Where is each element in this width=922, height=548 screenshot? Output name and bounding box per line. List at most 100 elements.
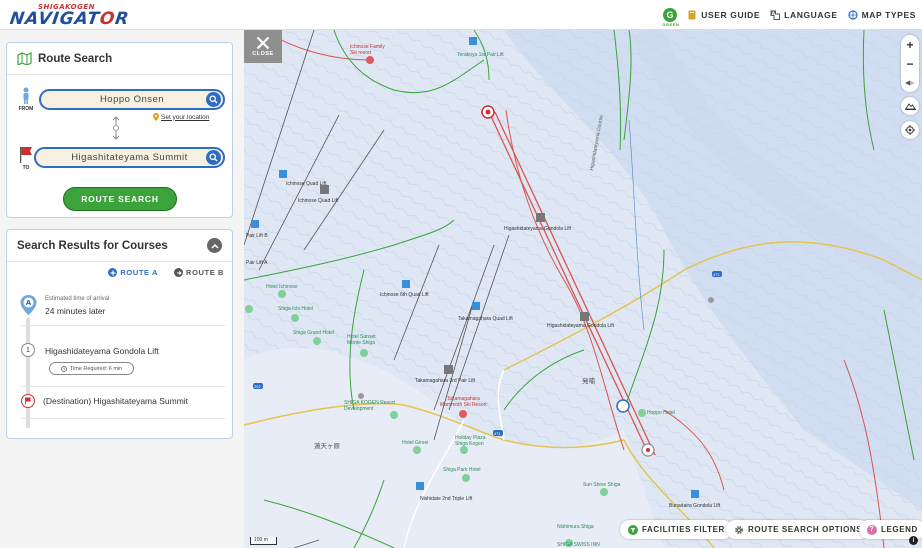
facilities-filter-label: FACILITIES FILTER: [642, 525, 725, 534]
map-types-label: MAP TYPES: [861, 10, 916, 20]
zoom-out-button[interactable]: −: [901, 54, 919, 73]
time-required-badge: Time Required: 6 min: [49, 362, 134, 375]
from-label: FROM: [18, 106, 34, 112]
close-icon: [256, 36, 270, 50]
map-icon: [17, 52, 32, 65]
side-panel: Route Search FROM Hoppo Onsen Set your l…: [0, 30, 244, 548]
map-label: Hotel Ginrei: [402, 440, 429, 446]
user-guide-label: USER GUIDE: [701, 10, 761, 20]
map-label: Nishimura Shiga: [557, 524, 594, 530]
timeline-line: [26, 318, 30, 428]
zoom-in-button[interactable]: +: [901, 35, 919, 54]
flag-icon: [20, 147, 32, 163]
to-value: Higashitateyama Summit: [71, 152, 188, 163]
green-badge-icon: G GREEN: [662, 8, 680, 27]
from-indicator: FROM: [15, 87, 37, 112]
from-input[interactable]: Hoppo Onsen: [39, 89, 225, 110]
tab-route-b-label: ROUTE B: [186, 268, 224, 277]
collapse-button[interactable]: [207, 238, 222, 253]
search-icon: [209, 153, 218, 162]
set-location-label: Set your location: [161, 113, 210, 121]
plus-circle-icon: [108, 268, 118, 277]
map-label: Pair Lift A: [246, 260, 268, 266]
language-link[interactable]: A LANGUAGE: [770, 10, 837, 20]
person-icon: [23, 87, 29, 104]
map-label: 蓮天ヶ原: [314, 443, 340, 450]
green-mode-toggle[interactable]: G GREEN: [662, 8, 680, 27]
book-icon: [688, 10, 696, 20]
language-label: LANGUAGE: [784, 10, 838, 20]
divider: [21, 325, 225, 326]
filter-icon: [628, 524, 638, 535]
destination-name[interactable]: (Destination) Higashitateyama Summit: [43, 396, 188, 406]
road-number: 471: [494, 431, 501, 436]
zoom-control: + −: [901, 35, 919, 92]
map-label: Pair Lift B: [246, 233, 268, 239]
map-label: SHIGA KOGEN Resort Development: [344, 400, 395, 412]
map-types-link[interactable]: MAP TYPES: [848, 10, 916, 20]
map-label: Ichinose 6th Quad Lift: [380, 292, 429, 298]
question-icon: ?: [867, 524, 877, 535]
search-icon: [209, 95, 218, 104]
to-search-button[interactable]: [206, 150, 221, 165]
map-label: Shiga Grand Hotel: [293, 330, 335, 336]
map-label: Nishidate 2nd Triple Lift: [420, 496, 473, 502]
facilities-filter-button[interactable]: FACILITIES FILTER: [620, 520, 733, 539]
map-label: Higashidateyama Gondola Lift: [504, 226, 571, 232]
tab-route-a-label: ROUTE A: [120, 268, 159, 277]
route-search-title: Route Search: [38, 52, 113, 65]
user-guide-link[interactable]: USER GUIDE: [687, 10, 760, 20]
map-label: SHIGA SWISS INN: [557, 542, 600, 548]
arrow-circle-icon: [174, 268, 184, 277]
set-location-link[interactable]: Set your location: [153, 113, 209, 121]
chevron-up-icon: [210, 243, 219, 249]
map-canvas[interactable]: Ichinose Family Ski resort Terakoya 1st P…: [244, 30, 922, 548]
step-name[interactable]: Higashidateyama Gondola Lift: [45, 346, 159, 356]
compass-icon: [905, 80, 915, 85]
tab-route-b[interactable]: ROUTE B: [174, 268, 224, 277]
route-search-header: Route Search: [7, 43, 232, 75]
svg-text:A: A: [26, 299, 32, 307]
divider: [21, 386, 225, 387]
route-search-button[interactable]: ROUTE SEARCH: [63, 187, 177, 211]
eta-value: 24 minutes later: [45, 306, 106, 316]
route-a-pin-icon: A: [20, 295, 37, 315]
map-label: Hotel Sanset Monte Shiga: [347, 334, 376, 346]
to-label: TO: [22, 165, 30, 171]
app-header: SHIGAKOGEN NAVIGATOR G GREEN USER GUIDE A…: [0, 0, 922, 30]
map-label: Sun Shine Shiga: [583, 482, 621, 488]
map-label: Higashidateyama Gondola Lift: [547, 323, 614, 329]
map-label: Takamagahara Mammoth Ski Resort: [440, 396, 487, 408]
map-label: Shiga Park Hotel: [443, 467, 481, 473]
map-label: Holiday Plaza Shiga Kogen: [455, 435, 486, 447]
eta-label: Estimated time of arrival: [45, 296, 110, 302]
close-label: CLOSE: [252, 51, 274, 57]
tab-route-a[interactable]: ROUTE A: [108, 268, 158, 277]
close-button[interactable]: CLOSE: [244, 30, 282, 63]
map-label: Takamagahara 3rd Pair Lift: [415, 378, 476, 384]
map-label: 発哺: [582, 378, 595, 385]
map-label: Takamagahara Quad Lift: [458, 316, 513, 322]
results-title: Search Results for Courses: [17, 239, 168, 252]
swap-icon[interactable]: [109, 115, 123, 141]
map-label: Ichinose Family Ski resort: [350, 44, 385, 56]
route-search-card: Route Search FROM Hoppo Onsen Set your l…: [6, 42, 233, 218]
time-required-text: Time Required: 6 min: [69, 365, 123, 372]
scale-bar: 100 m: [250, 537, 277, 545]
road-number: 471: [713, 272, 720, 277]
locate-button[interactable]: [901, 121, 919, 139]
from-value: Hoppo Onsen: [99, 94, 165, 105]
map-layers-icon: [848, 10, 858, 20]
map-label: Hoppo Hotel: [647, 410, 675, 416]
from-search-button[interactable]: [206, 92, 221, 107]
terrain-layer: [244, 30, 922, 548]
search-results-card: Search Results for Courses ROUTE A ROUTE…: [6, 229, 233, 439]
app-logo[interactable]: SHIGAKOGEN NAVIGATOR: [8, 2, 134, 29]
info-button[interactable]: i: [909, 536, 918, 545]
legend-label: LEGEND: [881, 525, 918, 534]
route-search-options-button[interactable]: ROUTE SEARCH OPTIONS: [726, 520, 871, 539]
terrain-button[interactable]: [901, 97, 919, 115]
compass-button[interactable]: [901, 73, 919, 92]
to-input[interactable]: Higashitateyama Summit: [34, 147, 225, 168]
destination-flag-icon: [21, 394, 35, 408]
